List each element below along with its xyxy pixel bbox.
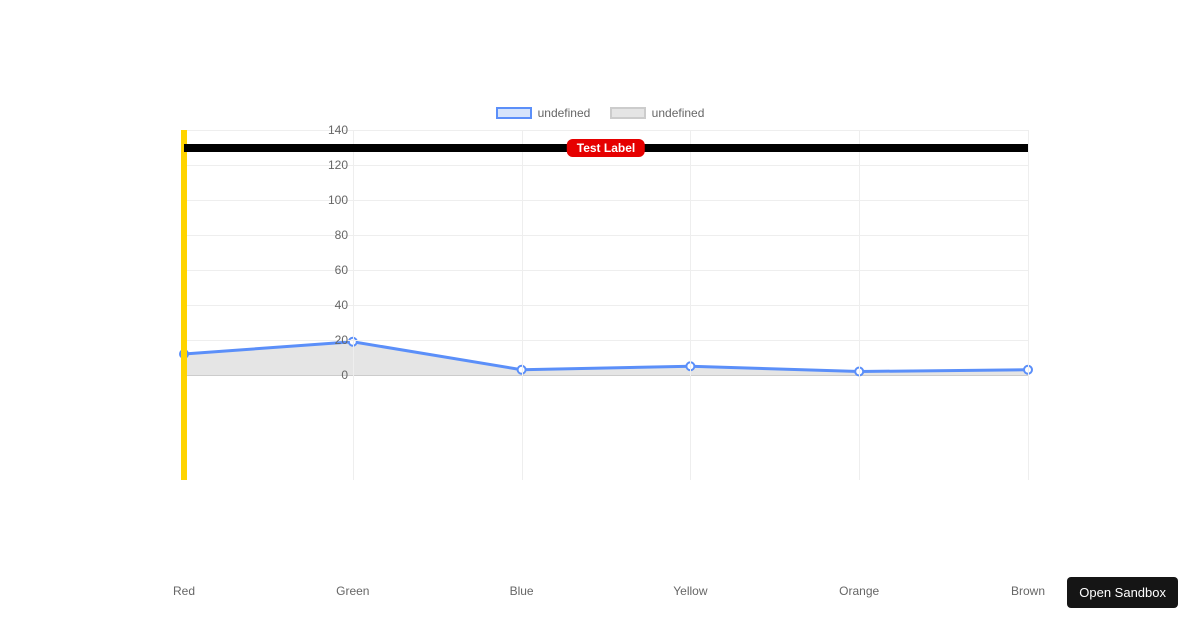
legend-item[interactable]: undefined (610, 106, 705, 120)
annotation-label: Test Label (567, 139, 645, 157)
legend-label: undefined (652, 106, 705, 120)
y-tick-label: 100 (308, 193, 348, 207)
x-tick-label: Orange (839, 584, 879, 598)
legend-label: undefined (538, 106, 591, 120)
legend-swatch-icon (610, 107, 646, 119)
legend-item[interactable]: undefined (496, 106, 591, 120)
y-tick-label: 120 (308, 158, 348, 172)
y-tick-label: 40 (308, 298, 348, 312)
gridline-v (1028, 130, 1029, 480)
x-tick-label: Brown (1011, 584, 1045, 598)
legend-swatch-icon (496, 107, 532, 119)
gridline-v (522, 130, 523, 480)
y-tick-label: 140 (308, 123, 348, 137)
annotation-vertical-line (181, 130, 187, 480)
x-tick-label: Red (173, 584, 195, 598)
x-tick-label: Blue (510, 584, 534, 598)
y-tick-label: 20 (308, 333, 348, 347)
x-tick-label: Yellow (673, 584, 707, 598)
x-tick-label: Green (336, 584, 369, 598)
gridline-v (353, 130, 354, 480)
open-sandbox-button[interactable]: Open Sandbox (1067, 577, 1178, 608)
y-tick-label: 60 (308, 263, 348, 277)
chart-legend: undefined undefined (0, 106, 1200, 122)
gridline-v (690, 130, 691, 480)
y-tick-label: 80 (308, 228, 348, 242)
gridline-v (859, 130, 860, 480)
chart-container: undefined undefined Test Label Open Sand… (0, 0, 1200, 630)
y-tick-label: 0 (308, 368, 348, 382)
